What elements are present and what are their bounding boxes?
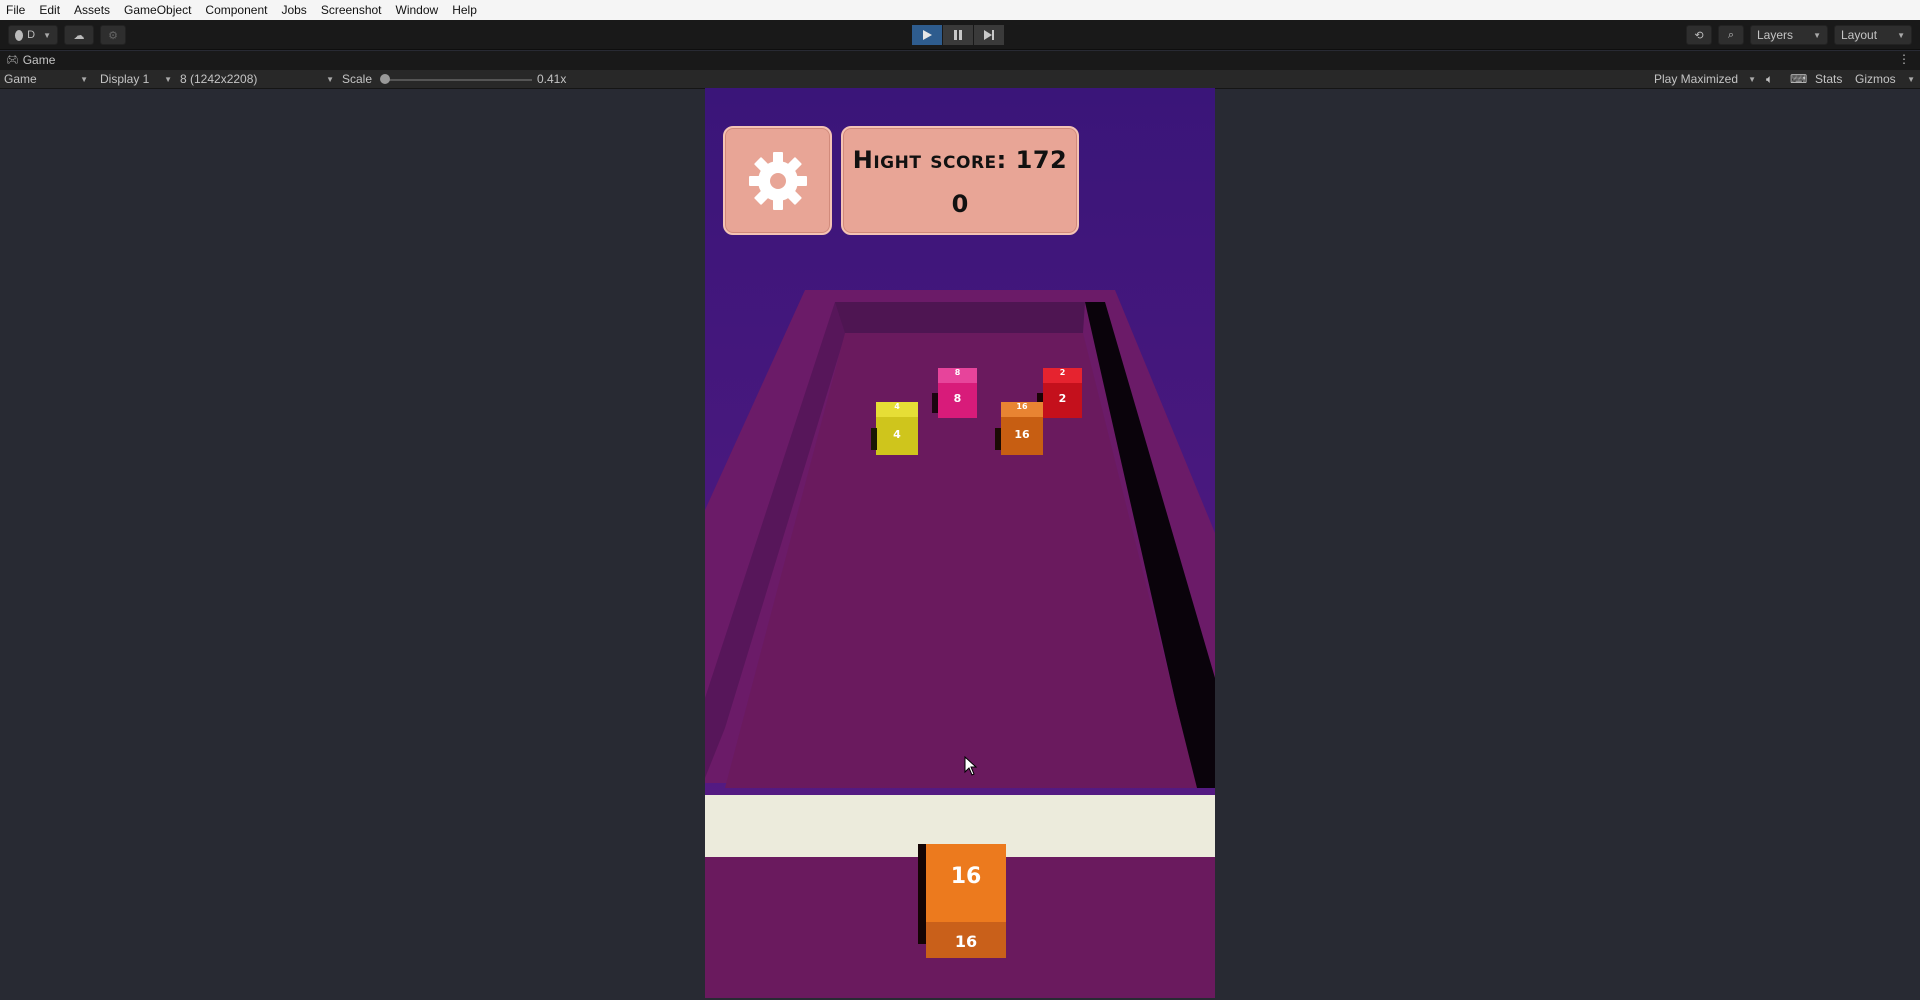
history-button[interactable]: ⟲	[1686, 25, 1712, 45]
stats-button[interactable]: Stats	[1815, 72, 1842, 86]
chevron-down-icon: ▼	[164, 74, 172, 84]
view-mode-dropdown[interactable]: Game ▼	[4, 72, 88, 86]
cube-16-top-label: 16	[1016, 402, 1028, 411]
gizmos-label: Gizmos	[1855, 72, 1896, 86]
gamepad-icon: 🎮︎	[6, 54, 19, 66]
cube-16-label: 16	[1014, 428, 1030, 441]
chevron-down-icon: ▼	[1813, 30, 1821, 40]
game-viewport[interactable]: 8 8 2 2 4 4 16 16 16 16 Hight score: 172…	[0, 88, 1920, 1000]
play-mode-dropdown[interactable]: Play Maximized ▼	[1654, 72, 1756, 86]
gizmos-dropdown[interactable]: Gizmos ▼	[1855, 72, 1915, 86]
cube-8-top-label: 8	[954, 368, 961, 377]
player-cube-bottom-label: 16	[954, 932, 978, 951]
cube-2-label: 2	[1058, 392, 1067, 405]
history-icon: ⟲	[1694, 29, 1704, 42]
step-button[interactable]	[974, 25, 1004, 45]
tab-game-label: Game	[22, 53, 56, 67]
menu-help[interactable]: Help	[452, 3, 477, 17]
settings-button[interactable]	[723, 126, 832, 235]
chevron-down-icon: ▼	[1907, 74, 1915, 84]
more-options-icon[interactable]: ⋮	[1898, 52, 1910, 66]
step-icon	[983, 30, 994, 40]
scale-label: Scale	[342, 72, 373, 86]
gear-icon	[748, 151, 807, 210]
menu-edit[interactable]: Edit	[39, 3, 60, 17]
menu-bar: File Edit Assets GameObject Component Jo…	[0, 0, 1920, 20]
account-icon	[15, 29, 24, 41]
keyboard-icon[interactable]: ⌨	[1790, 72, 1807, 86]
cloud-button[interactable]: ☁	[64, 25, 94, 45]
cloud-icon: ☁	[73, 29, 85, 42]
account-dropdown[interactable]: D ▼	[8, 25, 58, 45]
pause-button[interactable]	[943, 25, 973, 45]
layout-dropdown[interactable]: Layout ▼	[1834, 25, 1912, 45]
menu-gameobject[interactable]: GameObject	[124, 3, 191, 17]
tab-game[interactable]: 🎮︎ Game	[6, 53, 55, 67]
chevron-down-icon: ▼	[1748, 74, 1756, 84]
layers-dropdown[interactable]: Layers ▼	[1750, 25, 1828, 45]
pause-icon	[954, 30, 962, 40]
high-score-label: Hight score: 172	[852, 146, 1068, 174]
main-toolbar: D ▼ ☁ ⚙ ⟲ ⌕ Layers ▼ Layout ▼	[0, 20, 1920, 50]
search-button[interactable]: ⌕	[1718, 25, 1744, 45]
scale-slider-track[interactable]	[384, 79, 532, 81]
mouse-cursor-icon	[964, 756, 978, 776]
game-tab-bar: 🎮︎ Game ⋮	[0, 51, 1920, 70]
play-icon	[923, 30, 932, 40]
play-mode-label: Play Maximized	[1654, 72, 1739, 86]
resolution-label: 8 (1242x2208)	[180, 72, 258, 86]
play-button[interactable]	[912, 25, 942, 45]
scale-slider-handle[interactable]	[380, 74, 390, 84]
view-mode-label: Game	[4, 72, 37, 86]
menu-file[interactable]: File	[6, 3, 25, 17]
chevron-down-icon: ▼	[43, 30, 51, 40]
chevron-down-icon: ▼	[80, 74, 88, 84]
chevron-down-icon: ▼	[326, 74, 334, 84]
chevron-down-icon: ▼	[1897, 30, 1905, 40]
player-cube-label: 16	[950, 864, 982, 889]
current-score: 0	[951, 190, 969, 218]
display-label: Display 1	[100, 72, 150, 86]
collab-button[interactable]: ⚙	[100, 25, 126, 45]
gear-small-icon: ⚙	[108, 29, 118, 42]
back-wall	[835, 302, 1085, 333]
layout-label: Layout	[1841, 28, 1878, 42]
menu-window[interactable]: Window	[396, 3, 439, 17]
search-icon: ⌕	[1727, 28, 1735, 41]
layers-label: Layers	[1757, 28, 1794, 42]
mute-audio-icon[interactable]: 🔈︎	[1766, 72, 1773, 87]
cube-2-top-label: 2	[1059, 368, 1066, 377]
menu-assets[interactable]: Assets	[74, 3, 110, 17]
score-panel: Hight score: 172 0	[841, 126, 1079, 235]
menu-component[interactable]: Component	[205, 3, 267, 17]
menu-jobs[interactable]: Jobs	[281, 3, 306, 17]
menu-screenshot[interactable]: Screenshot	[321, 3, 382, 17]
game-view-toolbar: Game ▼ Display 1 ▼ 8 (1242x2208) ▼ Scale…	[0, 70, 1920, 89]
scale-value: 0.41x	[537, 72, 567, 86]
cube-4-label: 4	[893, 428, 901, 441]
cube-8-label: 8	[953, 392, 962, 405]
game-screen[interactable]: 8 8 2 2 4 4 16 16 16 16 Hight score: 172…	[705, 88, 1215, 998]
cube-4-top-label: 4	[894, 402, 900, 411]
account-label: D	[27, 29, 36, 41]
display-dropdown[interactable]: Display 1 ▼	[100, 72, 172, 86]
resolution-dropdown[interactable]: 8 (1242x2208) ▼	[180, 72, 334, 86]
